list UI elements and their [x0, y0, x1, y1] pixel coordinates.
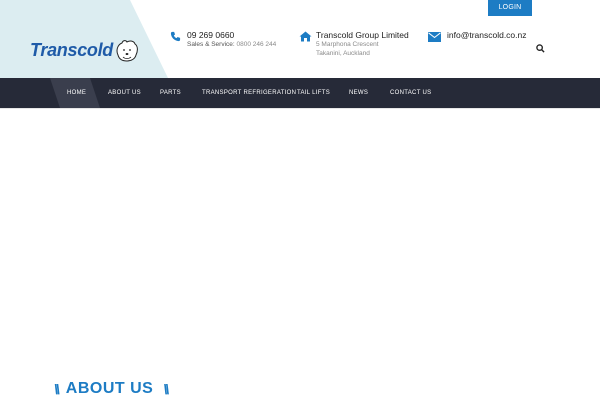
search-icon[interactable]	[536, 44, 545, 53]
nav-item-transport-refrigeration[interactable]: TRANSPORT REFRIGERATION	[202, 78, 296, 108]
home-icon	[299, 31, 312, 42]
nav-item-home[interactable]: HOME	[67, 78, 86, 108]
sales-service-label: Sales & Service:	[187, 41, 235, 48]
phone-icon	[170, 31, 181, 42]
envelope-icon	[428, 32, 441, 42]
heading-slashes-left: \\	[54, 381, 60, 397]
sales-service-line: Sales & Service: 0800 246 244	[187, 41, 276, 48]
nav-divider	[0, 108, 600, 109]
sales-service-number[interactable]: 0800 246 244	[237, 41, 277, 48]
about-us-title: ABOUT US	[65, 380, 154, 397]
nav-item-contact-us[interactable]: CONTACT US	[390, 78, 431, 108]
logo[interactable]: Transcold	[30, 35, 145, 65]
phone-number[interactable]: 09 269 0660	[187, 30, 234, 40]
polar-bear-icon	[116, 40, 138, 62]
nav-item-about-us[interactable]: ABOUT US	[108, 78, 141, 108]
nav-item-tail-lifts[interactable]: TAIL LIFTS	[297, 78, 330, 108]
email-address[interactable]: info@transcold.co.nz	[447, 30, 527, 40]
logo-text: Transcold	[30, 39, 113, 60]
login-button[interactable]: LOGIN	[488, 0, 532, 16]
address-line-1: 5 Marphona Crescent	[316, 41, 379, 48]
company-name: Transcold Group Limited	[316, 30, 409, 40]
heading-slashes-right: \\	[163, 381, 169, 397]
nav-item-news[interactable]: NEWS	[349, 78, 368, 108]
nav-item-parts[interactable]: PARTS	[160, 78, 181, 108]
main-nav: HOME ABOUT US PARTS TRANSPORT REFRIGERAT…	[0, 78, 600, 108]
address-line-2: Takanini, Auckland	[316, 50, 370, 57]
about-us-heading: \\ ABOUT US \\	[54, 378, 169, 400]
